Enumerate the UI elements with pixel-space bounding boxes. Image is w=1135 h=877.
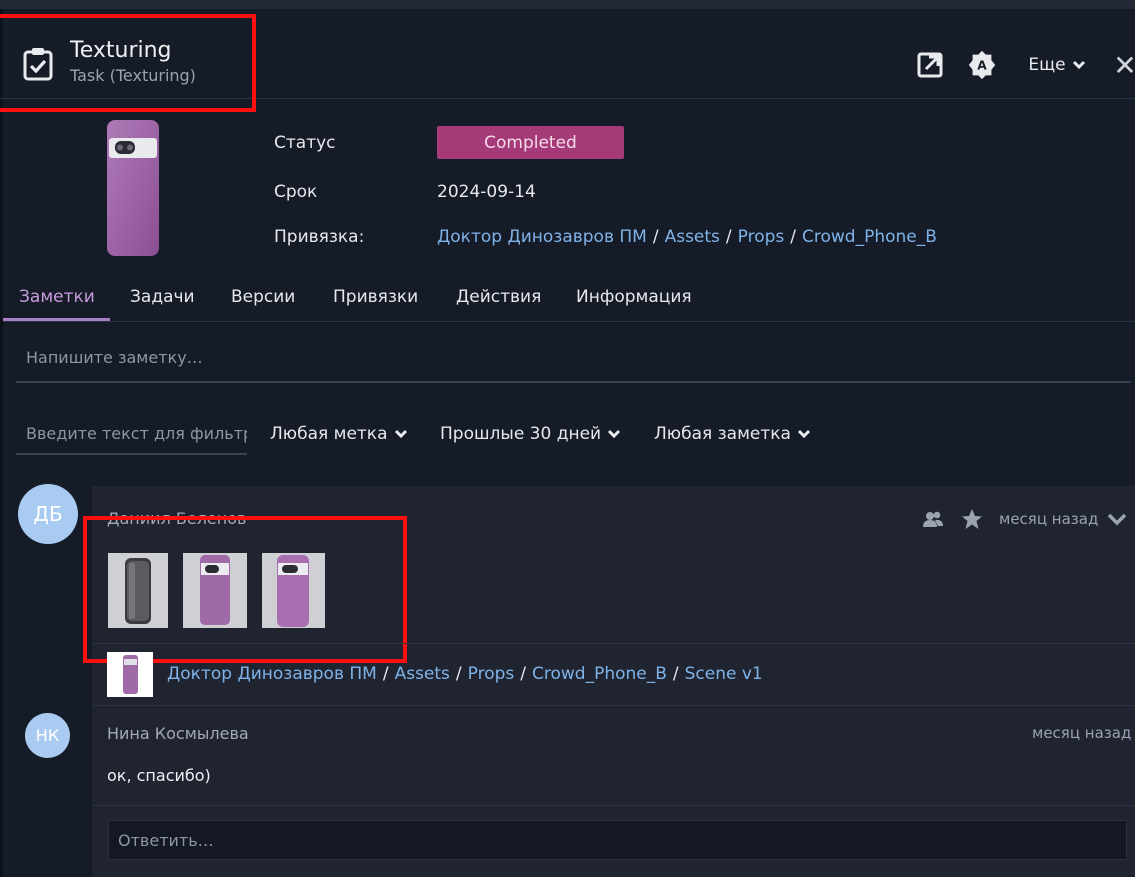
- reply-text: ок, спасибо): [107, 766, 211, 785]
- breadcrumb-asset[interactable]: Crowd_Phone_B: [532, 664, 667, 684]
- tab-tasks[interactable]: Задачи: [130, 287, 195, 307]
- tab-info[interactable]: Информация: [576, 287, 692, 307]
- star-icon[interactable]: [961, 508, 983, 530]
- more-menu-label: Еще: [1028, 55, 1066, 75]
- open-external-icon[interactable]: [914, 49, 946, 81]
- highlight-box-attachments: [83, 516, 407, 663]
- chevron-down-icon: [797, 429, 811, 439]
- filter-search-input[interactable]: Введите текст для фильтрации: [16, 415, 247, 455]
- close-button[interactable]: ✕: [1112, 49, 1135, 82]
- reply-input[interactable]: Ответить…: [108, 820, 1127, 860]
- note-input[interactable]: Напишите заметку…: [16, 337, 1131, 383]
- reply-input-divider: [92, 805, 1135, 806]
- breadcrumb-version[interactable]: Scene v1: [685, 664, 763, 684]
- version-breadcrumb: Доктор Динозавров ПМ / Assets / Props / Crowd_…: [167, 664, 763, 684]
- due-date-label: Срок: [274, 182, 318, 202]
- note-meta: [922, 510, 944, 528]
- status-badge[interactable]: Completed: [437, 126, 624, 159]
- chevron-down-icon: [394, 429, 407, 439]
- period-filter-dropdown[interactable]: Прошлые 30 дней: [440, 424, 621, 444]
- breadcrumb-separator: /: [382, 664, 389, 684]
- active-tab-indicator: [3, 318, 110, 321]
- version-thumbnail[interactable]: [107, 652, 153, 697]
- breadcrumb-separator: /: [725, 227, 732, 247]
- breadcrumb-separator: /: [652, 227, 659, 247]
- breadcrumb-props[interactable]: Props: [738, 227, 785, 247]
- breadcrumb-asset[interactable]: Crowd_Phone_B: [802, 227, 937, 247]
- status-label: Статус: [274, 133, 336, 153]
- breadcrumb-separator: /: [672, 664, 679, 684]
- link-breadcrumb: Доктор Динозавров ПМ / Assets / Props / Crowd_…: [437, 227, 937, 247]
- note-time: месяц назад: [999, 510, 1099, 528]
- chevron-down-icon: [1072, 60, 1085, 70]
- note-type-filter-label: Любая заметка: [654, 424, 791, 444]
- period-filter-label: Прошлые 30 дней: [440, 424, 602, 444]
- highlight-box-title: [0, 14, 256, 112]
- breadcrumb-separator: /: [790, 227, 796, 247]
- tab-links[interactable]: Привязки: [333, 287, 418, 307]
- note-divider: [92, 643, 1135, 644]
- tab-versions[interactable]: Версии: [231, 287, 295, 307]
- breadcrumb-project[interactable]: Доктор Динозавров ПМ: [167, 664, 377, 684]
- window-top-strip: [0, 0, 1135, 9]
- breadcrumb-separator: /: [520, 664, 526, 684]
- breadcrumb-project[interactable]: Доктор Динозавров ПМ: [437, 227, 647, 247]
- due-date-value: 2024-09-14: [437, 182, 536, 202]
- breadcrumb-assets[interactable]: Assets: [665, 227, 720, 247]
- tab-actions[interactable]: Действия: [456, 287, 541, 307]
- asset-thumbnail: [107, 120, 159, 256]
- reply-author: Нина Космылева: [107, 724, 249, 743]
- reply-divider: [92, 705, 1135, 706]
- tag-filter-dropdown[interactable]: Любая метка: [270, 424, 408, 444]
- tab-bar: Заметки Задачи Версии Привязки Действия …: [3, 282, 1135, 322]
- note-type-filter-dropdown[interactable]: Любая заметка: [654, 424, 811, 444]
- avatar: НК: [25, 713, 70, 758]
- people-icon[interactable]: [922, 510, 944, 528]
- tag-filter-label: Любая метка: [270, 424, 388, 444]
- breadcrumb-assets[interactable]: Assets: [395, 664, 450, 684]
- auto-badge-icon[interactable]: A: [965, 49, 999, 81]
- tab-notes[interactable]: Заметки: [19, 287, 95, 307]
- avatar: ДБ: [18, 484, 78, 544]
- breadcrumb-props[interactable]: Props: [468, 664, 515, 684]
- chevron-down-icon[interactable]: [1107, 512, 1127, 526]
- chevron-down-icon: [608, 429, 621, 439]
- breadcrumb-separator: /: [455, 664, 462, 684]
- link-label: Привязка:: [274, 227, 365, 247]
- reply-time: месяц назад: [1032, 724, 1132, 742]
- more-menu-button[interactable]: Еще: [1022, 49, 1092, 81]
- panel-left-edge: [0, 9, 3, 877]
- svg-text:A: A: [977, 59, 987, 73]
